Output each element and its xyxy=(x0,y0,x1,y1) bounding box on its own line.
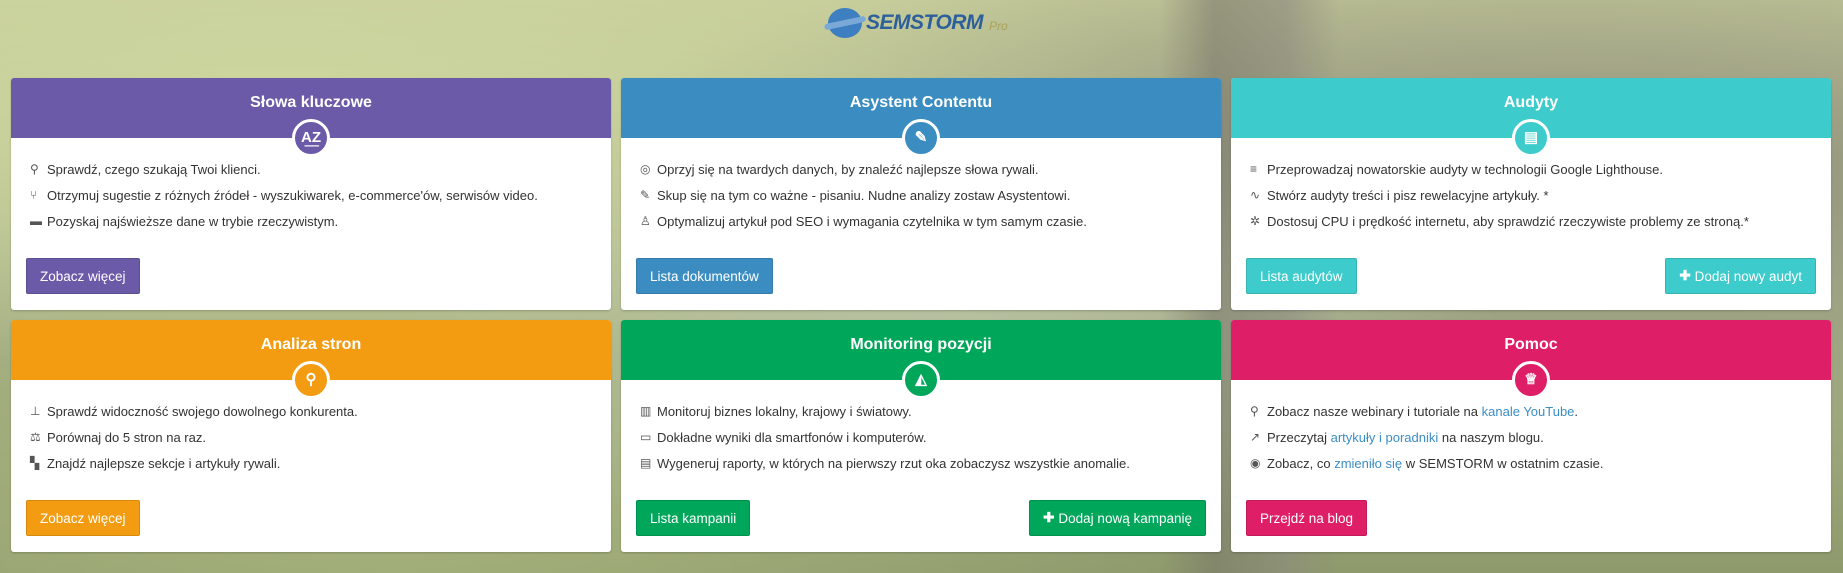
feature-item: ∿ Stwórz audyty treści i pisz rewelacyjne… xyxy=(1250,187,1549,203)
card-help: Pomoc ♕ ⚲ Zobacz nasze webinary i tutoria… xyxy=(1231,320,1831,552)
card-title: Asystent Contentu xyxy=(849,94,993,111)
youtube-link[interactable]: kanale YouTube xyxy=(1482,404,1575,419)
sitemap-icon: ⊥ xyxy=(30,404,41,418)
feature-item: ≡ Przeprowadzaj nowatorskie audyty w tech… xyxy=(1250,161,1664,177)
feature-item: ▬ Pozyskaj najświeższe dane w trybie rzec… xyxy=(30,213,339,229)
card-audits: Audyty ▤ ≡ Przeprowadzaj nowatorskie audy… xyxy=(1231,78,1831,310)
search-icon: ⚲ xyxy=(1250,404,1259,418)
add-campaign-button[interactable]: ✚ Dodaj nową kampanię xyxy=(1029,500,1206,536)
feature-item: ◉ Zobacz, co zmieniło się w SEMSTORM w os… xyxy=(1250,455,1604,471)
card-title: Audyty xyxy=(1503,94,1559,111)
plus-icon: ✚ xyxy=(1043,510,1055,525)
feature-item: ▚ Znajdź najlepsze sekcje i artykuły rywa… xyxy=(30,455,281,471)
logo-subtext: Pro xyxy=(988,19,1008,33)
card-rank-monitoring: Monitoring pozycji ◭ ▥ Monitoruj biznes l… xyxy=(621,320,1221,552)
devices-icon: ▭ xyxy=(640,430,652,444)
add-audit-button[interactable]: ✚ Dodaj nowy audyt xyxy=(1665,258,1816,294)
feature-item: ⊥ Sprawdź widoczność swojego dowolnego ko… xyxy=(30,403,358,419)
articles-link[interactable]: artykuły i poradniki xyxy=(1331,430,1439,445)
trend-icon: ↗ xyxy=(1250,430,1261,444)
trophy-icon: ♙ xyxy=(640,214,651,228)
plus-icon: ✚ xyxy=(1679,268,1691,283)
feature-item: ✎ Skup się na tym co ważne - pisaniu. Nud… xyxy=(640,187,1071,203)
bar-chart-icon: ▥ xyxy=(640,404,652,418)
see-more-button[interactable]: Zobacz więcej xyxy=(26,500,140,536)
target-icon: ◎ xyxy=(640,162,651,176)
balance-icon: ⚖ xyxy=(30,430,41,444)
card-site-analysis: Analiza stron ⚲ ⊥ Sprawdź widoczność swoj… xyxy=(11,320,611,552)
branch-icon: ⑂ xyxy=(30,188,38,202)
az-icon: A͟Z xyxy=(292,119,330,157)
feature-item: ▤ Wygeneruj raporty, w których na pierwsz… xyxy=(640,455,1130,471)
gear-icon: ✲ xyxy=(1250,214,1261,228)
eye-icon: ◉ xyxy=(1250,456,1261,470)
go-to-blog-button[interactable]: Przejdź na blog xyxy=(1246,500,1368,536)
card-header: Słowa kluczowe A͟Z xyxy=(11,78,611,157)
document-list-button[interactable]: Lista dokumentów xyxy=(636,258,773,294)
card-header: Audyty ▤ xyxy=(1231,78,1831,157)
search-icon: ⚲ xyxy=(292,361,330,399)
tools-grid: Słowa kluczowe A͟Z ⚲ Sprawdź, czego szuka… xyxy=(11,78,1831,552)
card-title: Monitoring pozycji xyxy=(850,336,992,353)
semstorm-logo[interactable]: SEMSTORM Pro xyxy=(828,8,1008,38)
feature-item: ♙ Optymalizuj artykuł pod SEO i wymagania… xyxy=(640,213,1087,229)
edit-icon: ✎ xyxy=(640,188,651,202)
report-icon: ▤ xyxy=(640,456,652,470)
card-header: Pomoc ♕ xyxy=(1231,320,1831,399)
card-keywords: Słowa kluczowe A͟Z ⚲ Sprawdź, czego szuka… xyxy=(11,78,611,310)
feature-item: ▭ Dokładne wyniki dla smartfonów i komput… xyxy=(640,429,927,445)
card-icon: ▬ xyxy=(30,214,42,228)
logo-text: SEMSTORM xyxy=(866,11,983,34)
card-title: Analiza stron xyxy=(260,336,362,353)
feature-item: ⚲ Zobacz nasze webinary i tutoriale na ka… xyxy=(1250,403,1579,419)
feature-item: ✲ Dostosuj CPU i prędkość internetu, aby … xyxy=(1250,213,1749,229)
changelog-link[interactable]: zmieniło się xyxy=(1334,456,1402,471)
see-more-button[interactable]: Zobacz więcej xyxy=(26,258,140,294)
pencil-icon: ✎ xyxy=(902,119,940,157)
card-header: Asystent Contentu ✎ xyxy=(621,78,1221,157)
card-header: Monitoring pozycji ◭ xyxy=(621,320,1221,399)
card-content-assistant: Asystent Contentu ✎ ◎ Oprzyj się na tward… xyxy=(621,78,1221,310)
feature-item: ◎ Oprzyj się na twardych danych, by znale… xyxy=(640,161,1039,177)
signature-icon: ∿ xyxy=(1250,188,1261,202)
book-icon: ▚ xyxy=(30,456,40,470)
lighthouse-icon: ≡ xyxy=(1250,162,1258,176)
trophy-icon: ♕ xyxy=(1512,361,1550,399)
feature-item: ⑂ Otrzymuj sugestie z różnych źródeł - wy… xyxy=(30,187,538,203)
list-icon: ▤ xyxy=(1512,119,1550,157)
feature-item: ▥ Monitoruj biznes lokalny, krajowy i świ… xyxy=(640,403,912,419)
feature-item: ↗ Przeczytaj artykuły i poradniki na nasz… xyxy=(1250,429,1544,445)
logo-globe-icon xyxy=(828,8,862,38)
feature-item: ⚖ Porównaj do 5 stron na raz. xyxy=(30,429,206,445)
campaign-list-button[interactable]: Lista kampanii xyxy=(636,500,751,536)
card-title: Pomoc xyxy=(1504,336,1558,353)
card-header: Analiza stron ⚲ xyxy=(11,320,611,399)
audit-list-button[interactable]: Lista audytów xyxy=(1246,258,1357,294)
search-icon: ⚲ xyxy=(30,162,39,176)
area-chart-icon: ◭ xyxy=(902,361,940,399)
card-title: Słowa kluczowe xyxy=(250,94,372,111)
